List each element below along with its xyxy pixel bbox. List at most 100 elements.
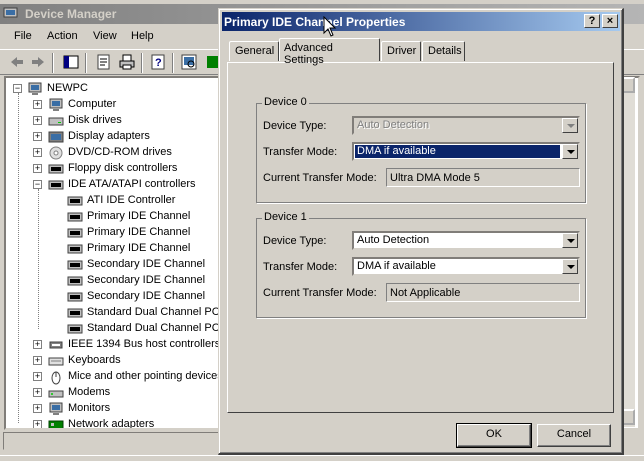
tree-item-label: Mice and other pointing devices	[68, 370, 223, 382]
collapse-icon[interactable]: −	[13, 84, 22, 93]
device1-current-mode-field: Not Applicable	[386, 283, 580, 302]
close-button[interactable]: ×	[602, 14, 618, 28]
expand-icon[interactable]: +	[33, 340, 42, 349]
expand-icon[interactable]: +	[33, 164, 42, 173]
back-icon[interactable]	[8, 53, 26, 71]
tree-item-label: IEEE 1394 Bus host controllers	[68, 338, 221, 350]
channel-icon	[67, 324, 83, 334]
network-adapter-icon	[48, 420, 64, 428]
forward-icon[interactable]	[29, 53, 47, 71]
collapse-icon[interactable]: −	[33, 180, 42, 189]
chevron-down-icon[interactable]	[562, 259, 578, 274]
device1-legend: Device 1	[262, 211, 309, 223]
cdrom-icon	[49, 146, 63, 160]
menu-file[interactable]: File	[14, 30, 32, 42]
cancel-button[interactable]: Cancel	[537, 424, 611, 447]
device1-transfer-mode-value: DMA if available	[357, 260, 436, 272]
device1-device-type-label: Device Type:	[263, 235, 327, 247]
expand-icon[interactable]: +	[33, 116, 42, 125]
expand-icon[interactable]: +	[33, 388, 42, 397]
toolbar-separator	[141, 53, 143, 73]
show-hide-tree-icon[interactable]	[62, 53, 80, 71]
chevron-down-icon	[562, 118, 578, 133]
device0-current-mode-field: Ultra DMA Mode 5	[386, 168, 580, 187]
disk-drive-icon	[48, 117, 64, 126]
properties-dialog: Primary IDE Channel Properties ? × Gener…	[218, 8, 624, 455]
tree-item-label: Floppy disk controllers	[68, 162, 178, 174]
device0-transfer-mode-select[interactable]: DMA if available	[352, 142, 580, 161]
channel-icon	[67, 308, 83, 318]
channel-icon	[67, 292, 83, 302]
device1-transfer-mode-label: Transfer Mode:	[263, 261, 338, 273]
tree-item-label: Network adapters	[68, 418, 155, 430]
controller-icon	[48, 164, 64, 174]
tree-item-label: Secondary IDE Channel	[87, 258, 206, 270]
device0-current-mode-label: Current Transfer Mode:	[263, 172, 377, 184]
tree-item-label: Disk drives	[68, 114, 122, 126]
toolbar-separator	[52, 53, 54, 73]
controller-icon	[48, 180, 64, 190]
tree-root-label: NEWPC	[47, 82, 88, 94]
advanced-settings-panel: Device 0 Device Type: Auto Detection Tra…	[227, 62, 614, 413]
keyboard-icon	[48, 357, 64, 366]
tab-general[interactable]: General	[229, 41, 279, 61]
device0-current-mode-value: Ultra DMA Mode 5	[390, 172, 480, 184]
device-manager-icon	[3, 7, 18, 20]
computer-icon	[49, 98, 63, 111]
tree-item-label: Secondary IDE Channel	[87, 274, 206, 286]
chevron-down-icon[interactable]	[562, 233, 578, 248]
print-icon[interactable]	[118, 53, 136, 71]
menu-help[interactable]: Help	[131, 30, 154, 42]
mouse-pointer-icon	[323, 16, 337, 37]
tree-item-label: Display adapters	[68, 130, 150, 142]
tab-advanced-settings[interactable]: Advanced Settings	[279, 38, 380, 66]
menu-view[interactable]: View	[93, 30, 117, 42]
tree-item-label: Primary IDE Channel	[87, 226, 191, 238]
tree-item-label: Primary IDE Channel	[87, 242, 191, 254]
expand-icon[interactable]: +	[33, 420, 42, 428]
dialog-titlebar[interactable]: Primary IDE Channel Properties ? ×	[222, 12, 620, 31]
modem-icon	[48, 390, 64, 398]
scan-hardware-icon[interactable]	[180, 53, 198, 71]
expand-icon[interactable]: +	[33, 356, 42, 365]
help-button[interactable]: ?	[584, 14, 600, 28]
help-icon[interactable]: ?	[149, 53, 167, 71]
tree-item-label: Monitors	[68, 402, 111, 414]
tab-details[interactable]: Details	[422, 41, 465, 61]
menu-action[interactable]: Action	[47, 30, 78, 42]
channel-icon	[67, 212, 83, 222]
device0-transfer-mode-value: DMA if available	[354, 144, 561, 159]
channel-icon	[67, 196, 83, 206]
expand-icon[interactable]: +	[33, 148, 42, 157]
expand-icon[interactable]: +	[33, 100, 42, 109]
monitor-icon	[49, 402, 63, 415]
device1-transfer-mode-select[interactable]: DMA if available	[352, 257, 580, 276]
channel-icon	[67, 228, 83, 238]
properties-icon[interactable]	[95, 53, 113, 71]
expand-icon[interactable]: +	[33, 404, 42, 413]
tree-item-label: ATI IDE Controller	[87, 194, 176, 206]
device0-transfer-mode-label: Transfer Mode:	[263, 146, 338, 158]
firewire-icon	[49, 341, 63, 349]
tree-item-label: DVD/CD-ROM drives	[68, 146, 172, 158]
chevron-down-icon[interactable]	[562, 144, 578, 159]
mouse-icon	[51, 371, 61, 385]
tab-driver[interactable]: Driver	[381, 41, 421, 61]
svg-text:?: ?	[155, 57, 162, 69]
device1-device-type-value: Auto Detection	[357, 234, 430, 246]
expand-icon[interactable]: +	[33, 132, 42, 141]
channel-icon	[67, 260, 83, 270]
tree-item-label: Modems	[68, 386, 111, 398]
tree-item-label: Keyboards	[68, 354, 121, 366]
dialog-title: Primary IDE Channel Properties	[224, 15, 406, 29]
toolbar-separator	[85, 53, 87, 73]
channel-icon	[67, 244, 83, 254]
ok-button[interactable]: OK	[456, 423, 532, 448]
expand-icon[interactable]: +	[33, 372, 42, 381]
computer-icon	[28, 82, 42, 95]
device0-device-type-label: Device Type:	[263, 120, 327, 132]
device0-legend: Device 0	[262, 96, 309, 108]
tree-item-label: IDE ATA/ATAPI controllers	[68, 178, 196, 190]
toolbar-separator	[172, 53, 174, 73]
device1-device-type-select[interactable]: Auto Detection	[352, 231, 580, 250]
